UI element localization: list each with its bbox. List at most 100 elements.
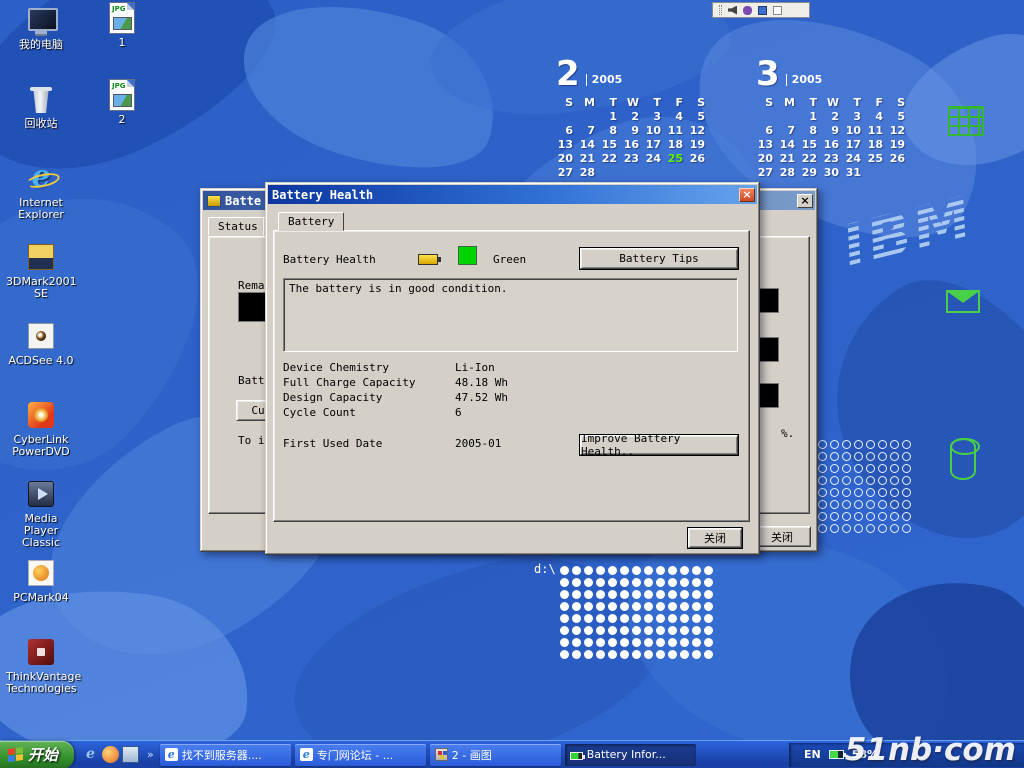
taskbar-window-button[interactable]: 2 - 画图 [430, 744, 561, 766]
close-window-button[interactable]: 关闭 [753, 526, 811, 547]
language-indicator[interactable]: EN [804, 748, 821, 761]
close-dialog-button[interactable]: 关闭 [688, 528, 742, 548]
spec-label: Cycle Count [283, 406, 455, 421]
app-icon [25, 320, 57, 352]
condition-textbox[interactable]: The battery is in good condition. [283, 278, 738, 352]
calendar-day: 12 [888, 123, 910, 137]
taskbar-button-label: Battery Infor... [587, 748, 666, 761]
tab-battery[interactable]: Battery [278, 212, 344, 231]
speaker-icon[interactable] [728, 6, 737, 15]
window-app-icon [435, 748, 448, 761]
desktop-icon-label: Internet Explorer [6, 197, 76, 221]
calendar-day [600, 165, 622, 179]
calendar-month-number: 2 [556, 59, 580, 89]
taskbar-window-button[interactable]: 专门网论坛 - ... [295, 744, 426, 766]
desktop-icon-label: 我的电脑 [6, 39, 76, 51]
spec-row: Design Capacity 47.52 Wh [283, 391, 508, 406]
battery-tray-icon[interactable] [829, 750, 844, 759]
battery-percentage: 58% [852, 748, 878, 761]
calendar-day [888, 165, 910, 179]
calendar-day: 24 [844, 151, 866, 165]
calendar-day: 5 [688, 109, 710, 123]
desktop-icon[interactable]: Media Player Classic [6, 478, 76, 557]
calendar-day: T [600, 95, 622, 109]
jpg-badge: JPG [112, 82, 125, 90]
first-used-label: First Used Date [283, 437, 455, 450]
battery-health-dialog: Battery Health × Battery Battery Health … [265, 182, 760, 555]
desktop-icon-label: PCMark04 [6, 592, 76, 604]
calendar-day: 22 [600, 151, 622, 165]
spec-value: 48.18 Wh [455, 376, 508, 391]
close-button[interactable]: × [739, 188, 755, 202]
calendar-day: 21 [778, 151, 800, 165]
quick-launch-icon[interactable] [102, 746, 119, 763]
calendar-day: 11 [666, 123, 688, 137]
tab-status[interactable]: Status [208, 217, 268, 236]
battery-tips-button[interactable]: Battery Tips [580, 248, 738, 269]
quick-launch-overflow-chevron[interactable]: » [143, 748, 158, 761]
desktop-file-icon[interactable]: JPG 1 [92, 2, 152, 79]
app-icon [25, 557, 57, 589]
percent-label: %. [781, 427, 794, 440]
calendar-day: 2 [822, 109, 844, 123]
close-icon: × [800, 195, 809, 206]
spec-value: 47.52 Wh [455, 391, 508, 406]
battery-display-box [757, 383, 779, 408]
desktop-icon-label: ACDSee 4.0 [6, 355, 76, 367]
app-icon [25, 399, 57, 431]
calendar-day: M [778, 95, 800, 109]
desktop-icon[interactable]: 3DMark2001 SE [6, 241, 76, 320]
calendar-day: 3 [844, 109, 866, 123]
calendar-day: 17 [844, 137, 866, 151]
document-icon[interactable] [773, 6, 782, 15]
windows-flag-icon [8, 747, 23, 762]
app-icon [25, 162, 57, 194]
desktop-icon[interactable]: ThinkVantage Technologies [6, 636, 76, 715]
app-icon [25, 83, 57, 115]
quick-launch-icon[interactable] [122, 746, 139, 763]
calendar-day: 12 [688, 123, 710, 137]
desktop-icon[interactable]: 我的电脑 [6, 4, 76, 83]
calendar-day: 13 [556, 137, 578, 151]
improve-battery-health-button[interactable]: Improve Battery Health.. [580, 435, 738, 455]
battery-specs-list: Device Chemistry Li-Ion Full Charge Capa… [283, 361, 508, 421]
to-label: To i [238, 434, 265, 447]
taskbar-window-button[interactable]: Battery Infor... [565, 744, 696, 766]
calendar-day: 13 [756, 137, 778, 151]
desktop-icon-label: 3DMark2001 SE [6, 276, 76, 300]
calendar-day: 26 [888, 151, 910, 165]
calendar-day: 9 [622, 123, 644, 137]
desktop-file-column: JPG 1 JPG 2 [92, 2, 152, 156]
desktop-icon[interactable]: 回收站 [6, 83, 76, 162]
desktop-icon[interactable]: CyberLink PowerDVD [6, 399, 76, 478]
wallpaper-calendar-march: 3 2005 SMTWTFS12345678910111213141516171… [756, 55, 916, 179]
calendar-day: 8 [800, 123, 822, 137]
calendar-day: 22 [800, 151, 822, 165]
calendar-day: 23 [822, 151, 844, 165]
calendar-year: 2005 [586, 74, 623, 86]
start-button[interactable]: 开始 [0, 741, 74, 768]
title-bar[interactable]: Battery Health × [268, 185, 757, 204]
spec-label: Full Charge Capacity [283, 376, 455, 391]
desktop-icon[interactable]: ACDSee 4.0 [6, 320, 76, 399]
battery-information-icon [207, 195, 221, 207]
calendar-day: 7 [578, 123, 600, 137]
dialog-title: Battery Health [272, 188, 373, 202]
spec-label: Device Chemistry [283, 361, 455, 376]
taskbar-window-button[interactable]: 找不到服务器.... [160, 744, 291, 766]
calendar-day: 6 [556, 123, 578, 137]
desktop-icon[interactable]: PCMark04 [6, 557, 76, 636]
wallpaper-leaf [223, 0, 517, 197]
desktop-icon[interactable]: Internet Explorer [6, 162, 76, 241]
desktop-file-icon[interactable]: JPG 2 [92, 79, 152, 156]
quick-launch-icon[interactable] [82, 746, 99, 763]
spreadsheet-grid-icon [948, 106, 984, 136]
calendar-day [688, 165, 710, 179]
microphone-icon[interactable] [743, 6, 752, 15]
taskbar-button-label: 找不到服务器.... [182, 747, 262, 763]
close-button[interactable]: × [797, 194, 813, 208]
display-icon[interactable] [758, 6, 767, 15]
calendar-day: 6 [756, 123, 778, 137]
system-tray: EN 58% [789, 743, 1024, 767]
toolbar-grip[interactable] [719, 5, 722, 15]
